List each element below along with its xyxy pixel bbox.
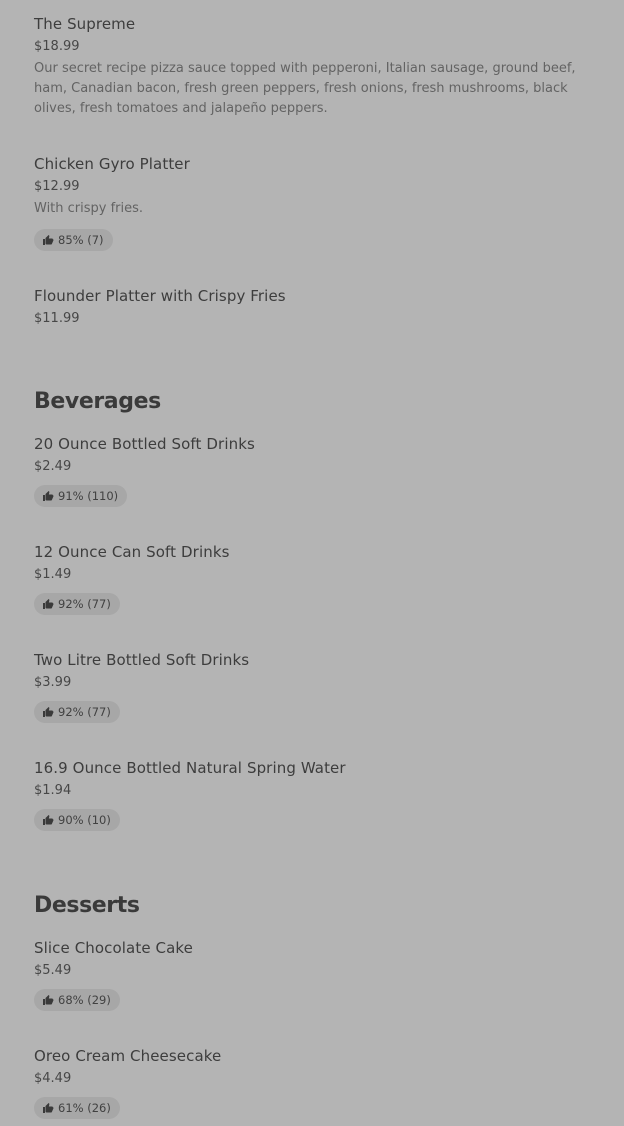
item-description: Our secret recipe pizza sauce topped wit… [34,61,576,116]
item-name: Flounder Platter with Crispy Fries [34,287,286,305]
item-name: Slice Chocolate Cake [34,939,193,957]
rating-badge: 68% (29) [34,989,120,1011]
rating-text: 91% (110) [58,489,119,503]
rating-text: 92% (77) [58,597,111,611]
menu-item-12-ounce-can-soft-drinks[interactable]: 12 Ounce Can Soft Drinks $1.49 92% (77) [34,542,602,615]
section-title-desserts: Desserts [34,893,140,918]
thumbs-up-icon [43,815,54,825]
menu-item-chicken-gyro-platter[interactable]: Chicken Gyro Platter $12.99 With crispy … [34,154,602,251]
item-price: $12.99 [34,179,80,194]
rating-badge: 85% (7) [34,229,113,251]
rating-badge: 92% (77) [34,593,120,615]
item-price: $11.99 [34,311,80,326]
item-name: 16.9 Ounce Bottled Natural Spring Water [34,759,346,777]
item-price: $5.49 [34,963,72,978]
menu-item-spring-water[interactable]: 16.9 Ounce Bottled Natural Spring Water … [34,758,602,831]
rating-badge: 61% (26) [34,1097,120,1119]
item-price: $4.49 [34,1071,72,1086]
menu-item-flounder-platter[interactable]: Flounder Platter with Crispy Fries $11.9… [34,286,602,327]
thumbs-up-icon [43,491,54,501]
rating-text: 68% (29) [58,993,111,1007]
rating-text: 90% (10) [58,813,111,827]
item-price: $1.94 [34,783,72,798]
item-name: Chicken Gyro Platter [34,155,190,173]
rating-badge: 90% (10) [34,809,120,831]
item-name: 20 Ounce Bottled Soft Drinks [34,435,255,453]
item-name: Oreo Cream Cheesecake [34,1047,222,1065]
rating-badge: 92% (77) [34,701,120,723]
menu-item-the-supreme[interactable]: The Supreme $18.99 Our secret recipe piz… [34,14,602,119]
rating-text: 92% (77) [58,705,111,719]
menu-item-slice-chocolate-cake[interactable]: Slice Chocolate Cake $5.49 68% (29) [34,938,602,1011]
thumbs-up-icon [43,1103,54,1113]
item-name: Two Litre Bottled Soft Drinks [34,651,250,669]
item-price: $1.49 [34,567,72,582]
item-price: $2.49 [34,459,72,474]
item-price: $3.99 [34,675,72,690]
item-description: With crispy fries. [34,201,144,216]
thumbs-up-icon [43,235,54,245]
rating-text: 61% (26) [58,1101,111,1115]
section-title-beverages: Beverages [34,389,161,414]
rating-badge: 91% (110) [34,485,128,507]
thumbs-up-icon [43,599,54,609]
thumbs-up-icon [43,995,54,1005]
item-name: The Supreme [34,15,136,33]
item-name: 12 Ounce Can Soft Drinks [34,543,230,561]
item-price: $18.99 [34,39,80,54]
menu-item-oreo-cream-cheesecake[interactable]: Oreo Cream Cheesecake $4.49 61% (26) [34,1046,602,1119]
menu-item-two-litre-bottled-soft-drinks[interactable]: Two Litre Bottled Soft Drinks $3.99 92% … [34,650,602,723]
menu-item-20-ounce-bottled-soft-drinks[interactable]: 20 Ounce Bottled Soft Drinks $2.49 91% (… [34,434,602,507]
rating-text: 85% (7) [58,233,104,247]
thumbs-up-icon [43,707,54,717]
